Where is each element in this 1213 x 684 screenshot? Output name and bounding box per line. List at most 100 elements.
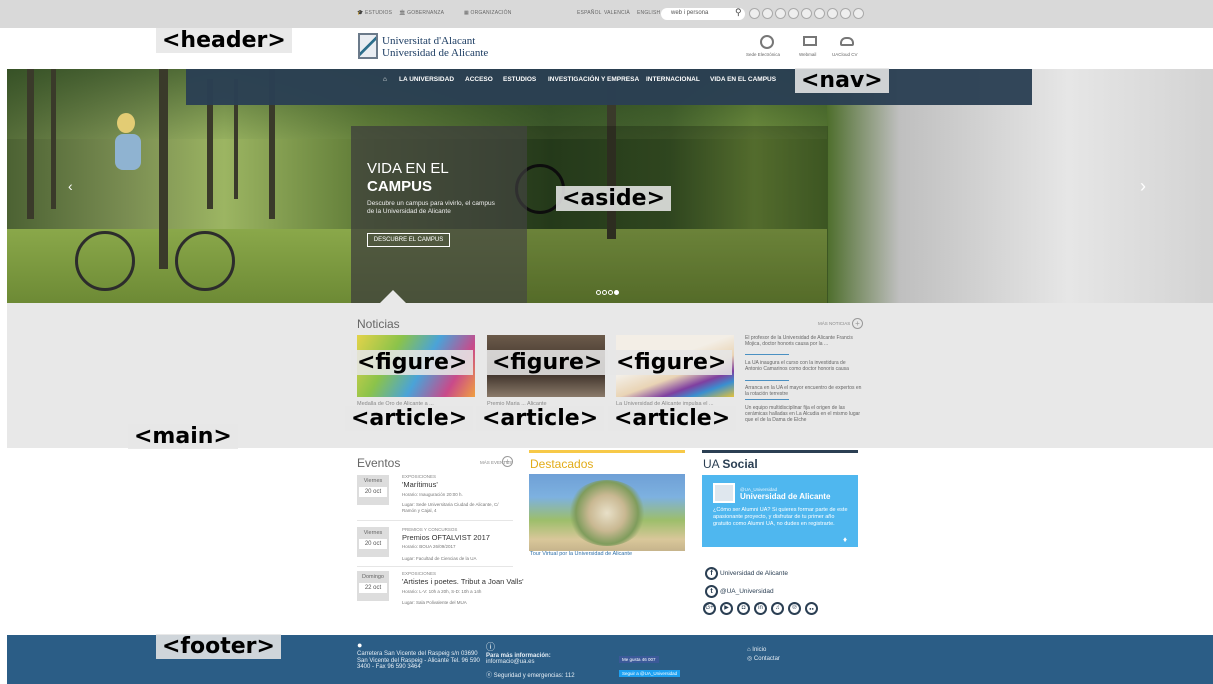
linkedin-icon[interactable]: in bbox=[754, 602, 767, 615]
lang-english[interactable]: ENGLISH bbox=[637, 10, 660, 16]
footer-address: Carretera San Vicente del Raspeig s/n 03… bbox=[357, 651, 480, 670]
nav-investigacion-empresa[interactable]: INVESTIGACIÓN Y EMPRESA bbox=[548, 76, 639, 83]
side-news-4[interactable]: Un equipo multidisciplinar fija el orige… bbox=[745, 405, 863, 423]
lang-valencia[interactable]: VALENCIÀ bbox=[604, 10, 630, 16]
sede-electronica-label[interactable]: Sede Electrónica bbox=[746, 52, 780, 57]
hero-overlay bbox=[527, 126, 828, 303]
hero-title-line2: CAMPUS bbox=[367, 178, 433, 195]
twitter-link[interactable]: @UA_Universidad bbox=[720, 588, 774, 595]
overlay-tag-footer: <footer> bbox=[156, 634, 281, 659]
instagram-icon[interactable]: ◘ bbox=[737, 602, 750, 615]
event-place-3: Lugar: Sala Polivalente del MUA bbox=[402, 600, 467, 605]
instagram-icon[interactable] bbox=[801, 8, 812, 19]
location-pin-icon: ● bbox=[357, 640, 363, 650]
side-news-1[interactable]: El profesor de la Universidad de Alicant… bbox=[745, 335, 863, 347]
virtual-tour-link[interactable]: Tour Virtual por la Universidad de Alica… bbox=[530, 551, 632, 557]
overlay-tag-article-2: <article> bbox=[476, 406, 605, 431]
top-bar: 🎓 ESTUDIOS 🏛 GOBERNANZA ▦ ORGANIZACIÓN E… bbox=[0, 0, 1213, 28]
facebook-icon[interactable]: f bbox=[705, 567, 718, 580]
event-schedule-2: Horario: BOUA 26/09/2017 bbox=[402, 544, 456, 549]
event-title-2[interactable]: Premios OFTALVIST 2017 bbox=[402, 533, 490, 542]
event-date-2: Viernes 20 oct bbox=[357, 527, 389, 557]
main-nav bbox=[186, 69, 1032, 105]
flickr-icon[interactable]: ●● bbox=[805, 602, 818, 615]
sede-electronica-icon[interactable] bbox=[760, 35, 774, 49]
topbar-link-estudios[interactable]: 🎓 ESTUDIOS bbox=[357, 10, 392, 16]
googleplus-icon[interactable] bbox=[775, 8, 786, 19]
slide-dot[interactable] bbox=[608, 290, 613, 295]
nav-vida-campus[interactable]: VIDA EN EL CAMPUS bbox=[710, 76, 776, 83]
twitter-icon[interactable] bbox=[762, 8, 773, 19]
webmail-label[interactable]: Webmail bbox=[799, 52, 816, 57]
twitter-follow-button[interactable]: Seguir a @UA_Universidad bbox=[619, 670, 681, 677]
events-title: Eventos bbox=[357, 456, 401, 470]
slider-prev-icon[interactable]: ‹ bbox=[68, 178, 73, 194]
university-logo-icon[interactable] bbox=[358, 33, 378, 59]
news-title: Noticias bbox=[357, 317, 400, 331]
social-title: UA Social bbox=[703, 457, 758, 471]
footer-link-inicio[interactable]: ⌂ Inicio bbox=[747, 647, 766, 654]
topbar-link-organizacion[interactable]: ▦ ORGANIZACIÓN bbox=[464, 10, 512, 16]
pinterest-icon[interactable]: ℗ bbox=[788, 602, 801, 615]
nav-acceso[interactable]: ACCESO bbox=[465, 76, 493, 83]
logo-text-valencian[interactable]: Universitat d'Alacant bbox=[382, 35, 475, 47]
youtube-icon[interactable] bbox=[788, 8, 799, 19]
overlay-tag-figure-3: <figure> bbox=[610, 350, 733, 375]
hero-pointer bbox=[380, 290, 406, 303]
nav-internacional[interactable]: INTERNACIONAL bbox=[646, 76, 700, 83]
topbar-link-gobernanza[interactable]: 🏛 GOBERNANZA bbox=[399, 10, 444, 16]
search-input[interactable]: web i persona bbox=[661, 8, 745, 20]
social-accent-bar bbox=[702, 450, 858, 453]
googleplus-icon[interactable]: G+ bbox=[703, 602, 716, 615]
event-title-1[interactable]: 'Marítimus' bbox=[402, 480, 438, 489]
lang-espanol[interactable]: ESPAÑOL bbox=[577, 10, 602, 16]
side-news-2[interactable]: La UA inaugura el curso con la investidu… bbox=[745, 360, 863, 372]
event-schedule-3: Horario: L-V: 10h a 20h, S-D: 10h a 14h bbox=[402, 589, 482, 594]
hero-description: Descubre un campus para vivirlo, el camp… bbox=[367, 200, 495, 215]
slide-dot[interactable] bbox=[602, 290, 607, 295]
overlay-tag-article-3: <article> bbox=[608, 406, 737, 431]
slide-dot-active[interactable] bbox=[614, 290, 619, 295]
twitter-bird-icon: ♦ bbox=[843, 535, 848, 544]
home-icon[interactable]: ⌂ bbox=[383, 76, 387, 83]
footer-security: ⓔ Seguridad y emergencias: 112 bbox=[486, 673, 575, 679]
overlay-tag-aside: <aside> bbox=[556, 186, 672, 211]
side-news-divider bbox=[745, 380, 789, 381]
slide-dot[interactable] bbox=[596, 290, 601, 295]
overlay-tag-nav: <nav> bbox=[795, 68, 889, 93]
footer-link-contactar[interactable]: ◎ Contactar bbox=[747, 656, 780, 663]
webmail-icon[interactable] bbox=[803, 36, 817, 46]
nav-estudios[interactable]: ESTUDIOS bbox=[503, 76, 536, 83]
more-events-plus-icon[interactable]: + bbox=[502, 456, 513, 467]
info-icon: ⓘ bbox=[486, 642, 496, 652]
more-news-plus-icon[interactable]: + bbox=[852, 318, 863, 329]
uacloud-label[interactable]: UACloud CV bbox=[832, 52, 858, 57]
itunes-icon[interactable]: ♫ bbox=[771, 602, 784, 615]
overlay-tag-article-1: <article> bbox=[345, 406, 474, 431]
twitter-icon[interactable]: t bbox=[705, 585, 718, 598]
facebook-like-button[interactable]: Me gusta 46 007 bbox=[619, 656, 659, 663]
more-news-link[interactable]: MÁS NOTICIAS bbox=[818, 321, 850, 326]
nav-la-universidad[interactable]: LA UNIVERSIDAD bbox=[399, 76, 454, 83]
footer-info-email[interactable]: informacio@ua.es bbox=[486, 659, 534, 666]
slider-next-icon[interactable]: › bbox=[1140, 176, 1146, 197]
pinterest-icon[interactable] bbox=[840, 8, 851, 19]
itunes-icon[interactable] bbox=[827, 8, 838, 19]
overlay-tag-figure-2: <figure> bbox=[486, 350, 609, 375]
youtube-icon[interactable]: ▶ bbox=[720, 602, 733, 615]
facebook-icon[interactable] bbox=[749, 8, 760, 19]
logo-text-spanish[interactable]: Universidad de Alicante bbox=[382, 47, 488, 59]
flickr-icon[interactable] bbox=[853, 8, 864, 19]
event-place-2: Lugar: Facultad de Ciencias de la UA bbox=[402, 556, 477, 561]
discover-campus-button[interactable]: DESCUBRE EL CAMPUS bbox=[367, 233, 450, 247]
virtual-tour-image[interactable] bbox=[529, 474, 685, 551]
facebook-link[interactable]: Universidad de Alicante bbox=[720, 570, 788, 577]
uacloud-icon[interactable] bbox=[840, 37, 854, 46]
linkedin-icon[interactable] bbox=[814, 8, 825, 19]
event-category-2: PREMIOS Y CONCURSOS bbox=[402, 527, 458, 532]
side-news-3[interactable]: Arranca en la UA el mayor encuentro de e… bbox=[745, 385, 863, 397]
event-title-3[interactable]: 'Artistes i poetes. Tribut a Joan Valls' bbox=[402, 577, 524, 586]
overlay-tag-figure-1: <figure> bbox=[351, 350, 474, 375]
event-schedule-1: Horario: Inauguración 20:00 h. bbox=[402, 492, 463, 497]
search-icon[interactable]: ⚲ bbox=[735, 7, 742, 18]
